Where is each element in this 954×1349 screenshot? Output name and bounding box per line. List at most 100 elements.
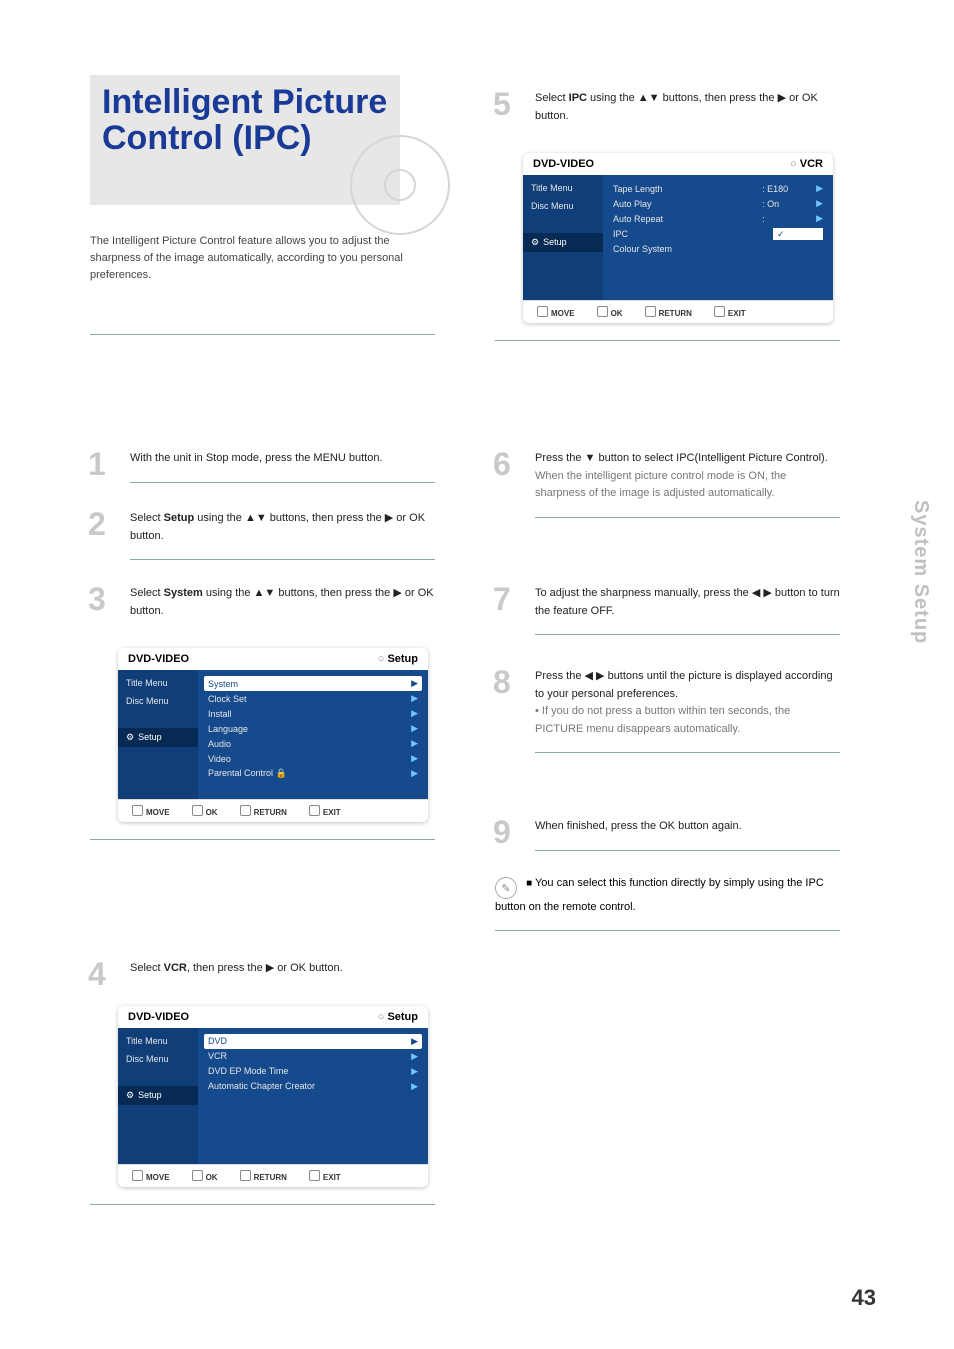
hint-move: MOVE <box>132 1170 170 1182</box>
osd-context: Setup <box>378 1011 418 1023</box>
section-label: System Setup <box>909 500 932 644</box>
value: : <box>762 214 816 224</box>
txt: Select <box>130 962 164 974</box>
square-bullet-icon: ■ <box>526 878 532 889</box>
page-title: Intelligent Picture Control (IPC) <box>102 85 388 156</box>
txt: buttons, then press the <box>267 512 385 524</box>
label: Tape Length <box>613 184 762 194</box>
txt: using the <box>203 587 254 599</box>
step-7: 7 To adjust the sharpness manually, pres… <box>495 585 840 635</box>
osd-side-title-menu: Title Menu <box>523 179 603 197</box>
txt: Press the <box>535 452 585 464</box>
osd-system-menu: DVD-VIDEO Setup Title Menu Disc Menu Set… <box>118 1006 428 1187</box>
chevron-right-icon: ▶ <box>411 753 418 764</box>
osd-setup-menu: DVD-VIDEO Setup Title Menu Disc Menu Set… <box>118 648 428 822</box>
chevron-right-icon: ▶ <box>411 1066 418 1077</box>
label: Auto Play <box>613 199 762 209</box>
hint-exit: EXIT <box>714 306 746 318</box>
osd-side-blank <box>118 710 198 728</box>
note-text: You can select this function directly by… <box>495 877 824 913</box>
checkbox-icon <box>773 228 823 240</box>
step-2: 2 Select Setup using the ▲▼ buttons, the… <box>90 510 435 560</box>
label: DVD <box>208 1036 411 1046</box>
txt: buttons, then press the <box>660 92 778 104</box>
osd-row: Auto Repeat:▶ <box>613 211 823 226</box>
chevron-right-icon: ▶ <box>411 738 418 749</box>
label: Video <box>208 754 411 764</box>
label: Automatic Chapter Creator <box>208 1081 411 1091</box>
osd-row: Language▶ <box>208 721 418 736</box>
hint-move: MOVE <box>537 306 575 318</box>
osd-pane: Tape Length: E180▶ Auto Play: On▶ Auto R… <box>603 175 833 300</box>
txt: button to select IPC(Intelligent Picture… <box>595 452 827 464</box>
arrow-right-icon: ▶ <box>385 512 393 524</box>
osd-sidebar: Title Menu Disc Menu Setup <box>118 670 198 799</box>
osd-side-setup: Setup <box>523 233 603 252</box>
label: DVD EP Mode Time <box>208 1066 411 1076</box>
label: Colour System <box>613 244 823 254</box>
osd-footer: MOVE OK RETURN EXIT <box>523 300 833 323</box>
label: Audio <box>208 739 411 749</box>
chevron-right-icon: ▶ <box>411 693 418 704</box>
bold: VCR <box>164 962 187 974</box>
step-9: 9 When finished, press the OK button aga… <box>495 818 840 851</box>
step-text: Press the ▼ button to select IPC(Intelli… <box>535 450 840 518</box>
osd-row: Video▶ <box>208 751 418 766</box>
label: Clock Set <box>208 694 411 704</box>
step-num: 4 <box>88 956 106 993</box>
step-3: 3 Select System using the ▲▼ buttons, th… <box>90 585 435 840</box>
txt: Press the <box>535 670 585 682</box>
txt: using the <box>587 92 638 104</box>
osd-pane: DVD▶ VCR▶ DVD EP Mode Time▶ Automatic Ch… <box>198 1028 428 1164</box>
osd-title: DVD-VIDEO <box>128 1011 189 1023</box>
bold: Setup <box>164 512 195 524</box>
txt: using the <box>194 512 245 524</box>
value: : E180 <box>762 184 816 194</box>
pencil-icon: ✎ <box>495 877 517 899</box>
osd-title: DVD-VIDEO <box>128 653 189 665</box>
step-text: When finished, press the OK button again… <box>535 818 840 851</box>
osd-side-blank <box>523 215 603 233</box>
osd-footer: MOVE OK RETURN EXIT <box>118 799 428 822</box>
disc-icon <box>350 135 450 235</box>
step-text: Select VCR, then press the ▶ or OK butto… <box>130 960 435 992</box>
bold: System <box>164 587 203 599</box>
hint-exit: EXIT <box>309 1170 341 1182</box>
txt-note: When the intelligent picture control mod… <box>535 470 786 500</box>
chevron-right-icon: ▶ <box>411 678 418 689</box>
osd-side-setup: Setup <box>118 1086 198 1105</box>
chevron-right-icon: ▶ <box>411 723 418 734</box>
label: Install <box>208 709 411 719</box>
osd-footer: MOVE OK RETURN EXIT <box>118 1164 428 1187</box>
bullet-text: If you do not press a button within ten … <box>535 705 790 735</box>
hint-exit: EXIT <box>309 805 341 817</box>
arrow-down-icon: ▼ <box>585 452 596 464</box>
osd-row: VCR▶ <box>208 1049 418 1064</box>
osd-side-disc-menu: Disc Menu <box>523 197 603 215</box>
step-4: 4 Select VCR, then press the ▶ or OK but… <box>90 960 435 1205</box>
osd-row: Parental Control 🔒▶ <box>208 766 418 781</box>
hint-ok: OK <box>597 306 623 318</box>
chevron-right-icon: ▶ <box>411 1081 418 1092</box>
hint-return: RETURN <box>240 805 287 817</box>
arrow-right-icon: ▶ <box>266 962 274 974</box>
osd-row: Install▶ <box>208 706 418 721</box>
osd-row-ipc: IPC <box>613 226 823 242</box>
osd-row: Colour System <box>613 242 823 256</box>
hint-move: MOVE <box>132 805 170 817</box>
hint-return: RETURN <box>240 1170 287 1182</box>
label: System <box>208 679 411 689</box>
step-num: 3 <box>88 581 106 618</box>
osd-row: Auto Play: On▶ <box>613 196 823 211</box>
page-title-box: Intelligent Picture Control (IPC) <box>90 75 400 205</box>
osd-side-blank <box>118 1068 198 1086</box>
osd-row: DVD▶ <box>204 1034 422 1049</box>
label: VCR <box>208 1051 411 1061</box>
osd-sidebar: Title Menu Disc Menu Setup <box>118 1028 198 1164</box>
osd-side-disc-menu: Disc Menu <box>118 692 198 710</box>
hint-return: RETURN <box>645 306 692 318</box>
txt: To adjust the sharpness manually, press … <box>535 587 752 599</box>
arrow-right-icon: ▶ <box>393 587 401 599</box>
label: Language <box>208 724 411 734</box>
hint-ok: OK <box>192 1170 218 1182</box>
